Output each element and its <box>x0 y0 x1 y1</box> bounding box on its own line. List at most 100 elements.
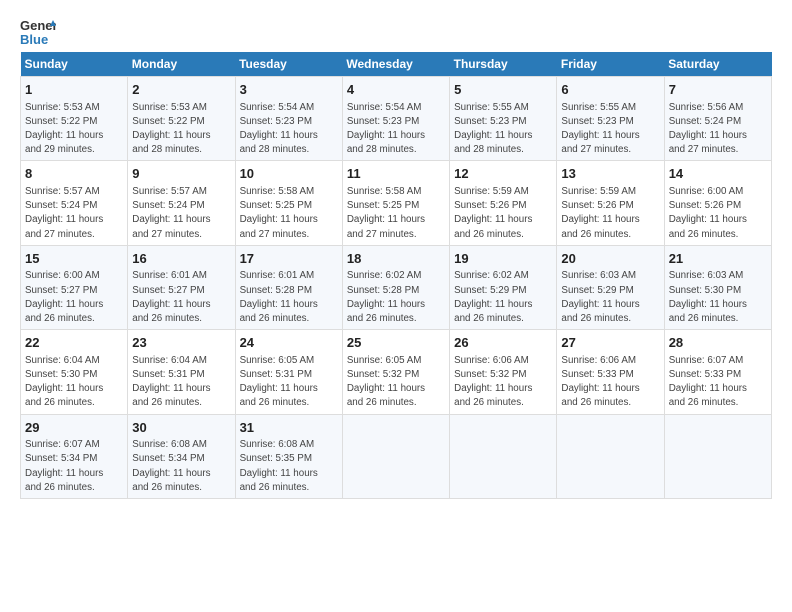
week-row-4: 22 Sunrise: 6:04 AMSunset: 5:30 PMDayligh… <box>21 330 772 414</box>
day-info: Sunrise: 6:08 AMSunset: 5:35 PMDaylight:… <box>240 439 318 493</box>
day-info: Sunrise: 5:59 AMSunset: 5:26 PMDaylight:… <box>454 186 532 240</box>
day-info: Sunrise: 5:57 AMSunset: 5:24 PMDaylight:… <box>132 186 210 240</box>
day-number: 21 <box>669 250 767 268</box>
day-number: 24 <box>240 334 338 352</box>
day-cell: 10 Sunrise: 5:58 AMSunset: 5:25 PMDayligh… <box>235 161 342 245</box>
week-row-1: 1 Sunrise: 5:53 AMSunset: 5:22 PMDaylight… <box>21 77 772 161</box>
day-info: Sunrise: 6:05 AMSunset: 5:32 PMDaylight:… <box>347 355 425 409</box>
day-cell <box>557 414 664 498</box>
day-number: 9 <box>132 165 230 183</box>
day-info: Sunrise: 5:56 AMSunset: 5:24 PMDaylight:… <box>669 102 747 156</box>
day-info: Sunrise: 6:03 AMSunset: 5:29 PMDaylight:… <box>561 270 639 324</box>
day-cell: 18Sunrise: 6:02 AMSunset: 5:28 PMDayligh… <box>342 245 449 329</box>
day-info: Sunrise: 6:08 AMSunset: 5:34 PMDaylight:… <box>132 439 210 493</box>
day-info: Sunrise: 6:01 AMSunset: 5:27 PMDaylight:… <box>132 270 210 324</box>
day-number: 17 <box>240 250 338 268</box>
day-info: Sunrise: 6:04 AMSunset: 5:30 PMDaylight:… <box>25 355 103 409</box>
day-cell: 6Sunrise: 5:55 AMSunset: 5:23 PMDaylight… <box>557 77 664 161</box>
day-cell: 20 Sunrise: 6:03 AMSunset: 5:29 PMDayligh… <box>557 245 664 329</box>
day-info: Sunrise: 6:06 AMSunset: 5:33 PMDaylight:… <box>561 355 639 409</box>
day-info: Sunrise: 6:03 AMSunset: 5:30 PMDaylight:… <box>669 270 747 324</box>
day-info: Sunrise: 5:58 AMSunset: 5:25 PMDaylight:… <box>347 186 425 240</box>
day-info: Sunrise: 5:53 AMSunset: 5:22 PMDaylight:… <box>25 102 103 156</box>
header-monday: Monday <box>128 52 235 77</box>
calendar-table: SundayMondayTuesdayWednesdayThursdayFrid… <box>20 52 772 499</box>
svg-text:Blue: Blue <box>20 32 48 46</box>
day-cell: 27 Sunrise: 6:06 AMSunset: 5:33 PMDayligh… <box>557 330 664 414</box>
day-number: 13 <box>561 165 659 183</box>
header-sunday: Sunday <box>21 52 128 77</box>
day-cell: 24 Sunrise: 6:05 AMSunset: 5:31 PMDayligh… <box>235 330 342 414</box>
day-number: 14 <box>669 165 767 183</box>
week-row-2: 8 Sunrise: 5:57 AMSunset: 5:24 PMDaylight… <box>21 161 772 245</box>
day-cell: 1 Sunrise: 5:53 AMSunset: 5:22 PMDaylight… <box>21 77 128 161</box>
day-info: Sunrise: 6:05 AMSunset: 5:31 PMDaylight:… <box>240 355 318 409</box>
day-cell: 25 Sunrise: 6:05 AMSunset: 5:32 PMDayligh… <box>342 330 449 414</box>
header: GeneralBlue <box>20 16 772 46</box>
day-cell <box>664 414 771 498</box>
week-row-5: 29Sunrise: 6:07 AMSunset: 5:34 PMDayligh… <box>21 414 772 498</box>
day-cell: 4 Sunrise: 5:54 AMSunset: 5:23 PMDaylight… <box>342 77 449 161</box>
day-number: 4 <box>347 81 445 99</box>
day-cell: 30Sunrise: 6:08 AMSunset: 5:34 PMDayligh… <box>128 414 235 498</box>
day-info: Sunrise: 6:07 AMSunset: 5:33 PMDaylight:… <box>669 355 747 409</box>
day-number: 10 <box>240 165 338 183</box>
day-info: Sunrise: 6:01 AMSunset: 5:28 PMDaylight:… <box>240 270 318 324</box>
day-number: 31 <box>240 419 338 437</box>
day-number: 1 <box>25 81 123 99</box>
day-cell: 2 Sunrise: 5:53 AMSunset: 5:22 PMDaylight… <box>128 77 235 161</box>
day-number: 15 <box>25 250 123 268</box>
day-cell: 17 Sunrise: 6:01 AMSunset: 5:28 PMDayligh… <box>235 245 342 329</box>
day-info: Sunrise: 6:00 AMSunset: 5:27 PMDaylight:… <box>25 270 103 324</box>
logo: GeneralBlue <box>20 16 56 46</box>
header-tuesday: Tuesday <box>235 52 342 77</box>
day-cell: 12 Sunrise: 5:59 AMSunset: 5:26 PMDayligh… <box>450 161 557 245</box>
day-number: 2 <box>132 81 230 99</box>
day-cell: 15 Sunrise: 6:00 AMSunset: 5:27 PMDayligh… <box>21 245 128 329</box>
day-number: 25 <box>347 334 445 352</box>
day-info: Sunrise: 6:04 AMSunset: 5:31 PMDaylight:… <box>132 355 210 409</box>
day-cell: 7 Sunrise: 5:56 AMSunset: 5:24 PMDaylight… <box>664 77 771 161</box>
day-number: 23 <box>132 334 230 352</box>
day-number: 19 <box>454 250 552 268</box>
day-cell: 29Sunrise: 6:07 AMSunset: 5:34 PMDayligh… <box>21 414 128 498</box>
day-info: Sunrise: 5:54 AMSunset: 5:23 PMDaylight:… <box>347 102 425 156</box>
day-cell: 28Sunrise: 6:07 AMSunset: 5:33 PMDayligh… <box>664 330 771 414</box>
week-row-3: 15 Sunrise: 6:00 AMSunset: 5:27 PMDayligh… <box>21 245 772 329</box>
day-number: 3 <box>240 81 338 99</box>
day-cell <box>450 414 557 498</box>
day-cell: 26Sunrise: 6:06 AMSunset: 5:32 PMDayligh… <box>450 330 557 414</box>
day-cell: 11 Sunrise: 5:58 AMSunset: 5:25 PMDayligh… <box>342 161 449 245</box>
day-cell: 9 Sunrise: 5:57 AMSunset: 5:24 PMDaylight… <box>128 161 235 245</box>
day-number: 8 <box>25 165 123 183</box>
day-number: 16 <box>132 250 230 268</box>
day-number: 20 <box>561 250 659 268</box>
day-number: 26 <box>454 334 552 352</box>
day-info: Sunrise: 5:53 AMSunset: 5:22 PMDaylight:… <box>132 102 210 156</box>
header-thursday: Thursday <box>450 52 557 77</box>
day-info: Sunrise: 6:07 AMSunset: 5:34 PMDaylight:… <box>25 439 103 493</box>
day-number: 27 <box>561 334 659 352</box>
header-wednesday: Wednesday <box>342 52 449 77</box>
page: GeneralBlue SundayMondayTuesdayWednesday… <box>0 0 792 509</box>
day-cell: 5Sunrise: 5:55 AMSunset: 5:23 PMDaylight… <box>450 77 557 161</box>
day-number: 7 <box>669 81 767 99</box>
day-info: Sunrise: 5:58 AMSunset: 5:25 PMDaylight:… <box>240 186 318 240</box>
calendar-header-row: SundayMondayTuesdayWednesdayThursdayFrid… <box>21 52 772 77</box>
day-info: Sunrise: 5:55 AMSunset: 5:23 PMDaylight:… <box>561 102 639 156</box>
day-number: 12 <box>454 165 552 183</box>
header-saturday: Saturday <box>664 52 771 77</box>
day-cell: 13 Sunrise: 5:59 AMSunset: 5:26 PMDayligh… <box>557 161 664 245</box>
day-number: 22 <box>25 334 123 352</box>
day-number: 11 <box>347 165 445 183</box>
day-cell <box>342 414 449 498</box>
day-cell: 8 Sunrise: 5:57 AMSunset: 5:24 PMDaylight… <box>21 161 128 245</box>
day-cell: 16 Sunrise: 6:01 AMSunset: 5:27 PMDayligh… <box>128 245 235 329</box>
day-number: 5 <box>454 81 552 99</box>
day-info: Sunrise: 5:57 AMSunset: 5:24 PMDaylight:… <box>25 186 103 240</box>
day-cell: 22 Sunrise: 6:04 AMSunset: 5:30 PMDayligh… <box>21 330 128 414</box>
day-number: 18 <box>347 250 445 268</box>
day-info: Sunrise: 5:59 AMSunset: 5:26 PMDaylight:… <box>561 186 639 240</box>
day-info: Sunrise: 5:54 AMSunset: 5:23 PMDaylight:… <box>240 102 318 156</box>
day-cell: 31 Sunrise: 6:08 AMSunset: 5:35 PMDayligh… <box>235 414 342 498</box>
